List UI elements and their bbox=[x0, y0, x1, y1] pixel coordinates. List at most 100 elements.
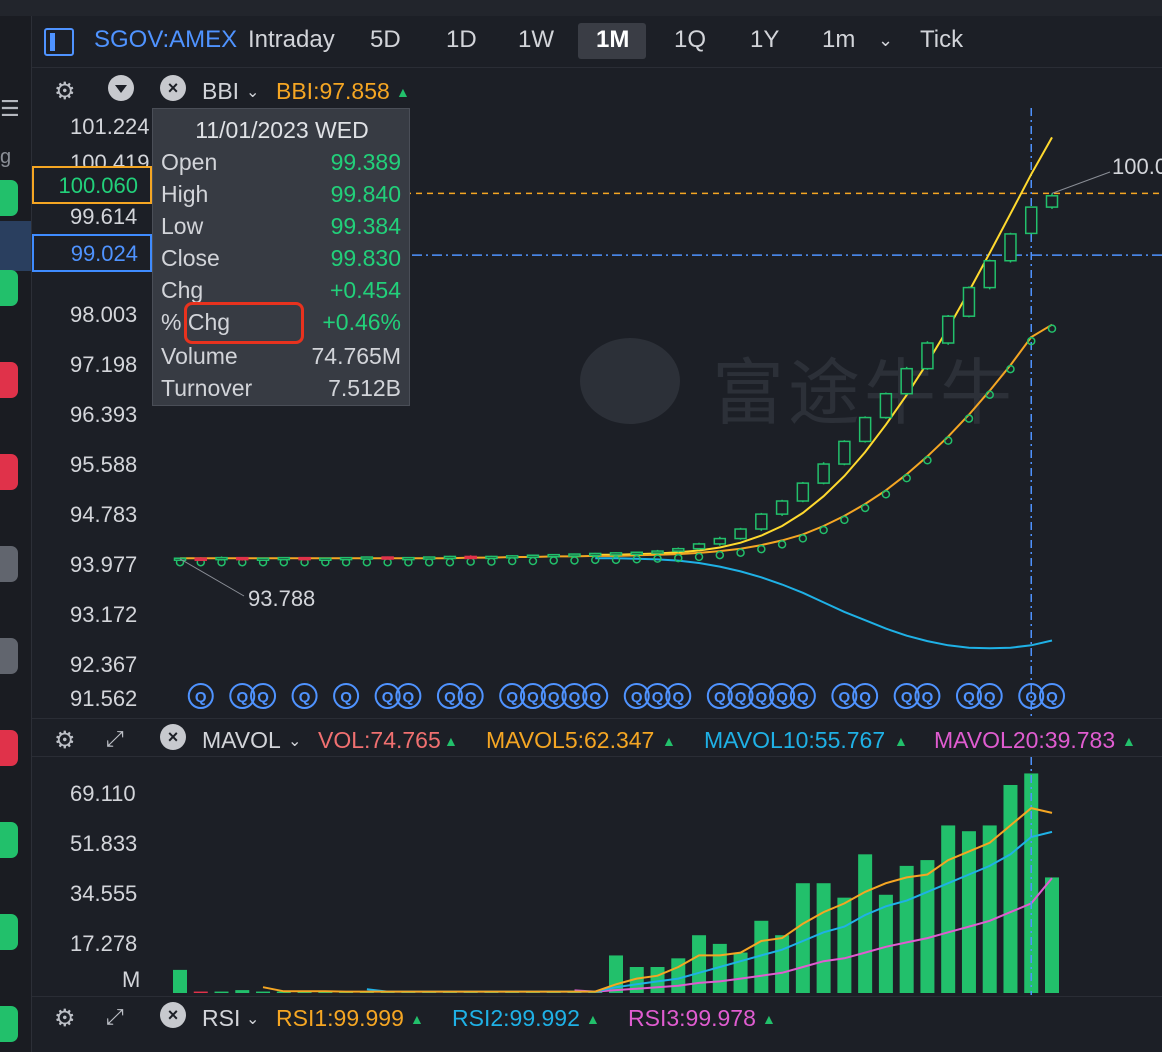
rail-change-badge[interactable] bbox=[0, 546, 18, 582]
mavol20-value: MAVOL20:39.783 bbox=[934, 727, 1116, 753]
close-icon[interactable]: × bbox=[160, 75, 186, 101]
up-arrow-icon: ▲ bbox=[586, 1011, 600, 1027]
gear-icon[interactable]: ⚙ bbox=[54, 77, 76, 106]
candle-body bbox=[983, 260, 996, 289]
volume-bar bbox=[1003, 784, 1018, 993]
candle-body bbox=[464, 555, 477, 560]
rail-change-badge[interactable] bbox=[0, 638, 18, 674]
rail-change-badge[interactable] bbox=[0, 454, 18, 490]
volume-chart-panel[interactable]: 69.110 51.833 34.555 17.278 M bbox=[32, 756, 1162, 995]
rail-change-badge[interactable] bbox=[0, 822, 18, 858]
event-marker-glyph: Q bbox=[195, 689, 207, 706]
rsi2-value: RSI2:99.992 bbox=[452, 1005, 580, 1031]
candle-body bbox=[422, 556, 436, 560]
tab-intraday[interactable]: Intraday bbox=[248, 26, 335, 54]
gear-icon[interactable]: ⚙ bbox=[54, 726, 76, 755]
volume-chart-svg[interactable] bbox=[32, 757, 1162, 995]
rsi-panel-header: ⚙ ⤢ × RSI ⌄ RSI1:99.999 ▲ RSI2:99.992 ▲ … bbox=[32, 996, 1162, 1036]
mavol5-value: MAVOL5:62.347 bbox=[486, 727, 655, 753]
bbi-dot bbox=[840, 515, 849, 525]
volume-bar bbox=[733, 952, 748, 993]
tab-1m[interactable]: 1M bbox=[596, 26, 629, 54]
candle-body bbox=[672, 547, 685, 552]
candle-body bbox=[215, 556, 228, 561]
event-marker-glyph: Q bbox=[465, 689, 477, 706]
collapse-icon[interactable] bbox=[108, 75, 134, 101]
chevron-down-icon[interactable]: ⌄ bbox=[288, 731, 301, 751]
volume-bar bbox=[235, 990, 250, 993]
candle-body bbox=[588, 552, 602, 557]
event-marker-glyph: Q bbox=[236, 689, 248, 706]
rail-letter: g bbox=[0, 146, 12, 168]
rail-change-badge[interactable] bbox=[0, 362, 18, 398]
rail-change-badge[interactable] bbox=[0, 270, 18, 306]
event-marker-glyph: Q bbox=[527, 689, 539, 706]
symbol-label[interactable]: SGOV:AMEX bbox=[94, 26, 237, 54]
y-tick: 92.367 bbox=[70, 652, 138, 677]
tab-1d[interactable]: 1D bbox=[446, 26, 477, 54]
indicator-select[interactable]: MAVOL bbox=[202, 727, 281, 754]
price-chart-panel[interactable]: 富途牛牛 QQQQQQQQQQQQQQQQQQQQQQQQQQQQQQ 101.… bbox=[32, 108, 1162, 716]
candle-body bbox=[277, 556, 291, 561]
y-tick: 96.393 bbox=[70, 402, 138, 427]
chevron-down-icon[interactable]: ⌄ bbox=[246, 82, 259, 102]
max-label-connector bbox=[1051, 171, 1111, 194]
tooltip-value: 99.389 bbox=[330, 149, 401, 175]
window-top-strip bbox=[0, 0, 1162, 16]
candle-body bbox=[298, 556, 311, 561]
rail-change-badge[interactable] bbox=[0, 1006, 18, 1042]
bbi-dot bbox=[715, 550, 725, 560]
candle-body bbox=[713, 537, 727, 545]
rail-change-badge[interactable] bbox=[0, 914, 18, 950]
volume-bar bbox=[982, 825, 997, 993]
event-marker-glyph: Q bbox=[984, 689, 996, 706]
bbi-dot bbox=[777, 540, 787, 549]
bbi-dot bbox=[549, 556, 558, 565]
candle-body bbox=[381, 556, 394, 560]
vol-value: VOL:74.765 bbox=[318, 727, 441, 753]
indicator-select[interactable]: BBI bbox=[202, 78, 239, 105]
candle-body bbox=[921, 342, 934, 370]
watchlist-rail[interactable]: ☰ g bbox=[0, 16, 32, 1052]
indicator-select[interactable]: RSI bbox=[202, 1005, 240, 1032]
volume-bar bbox=[920, 860, 935, 993]
expand-icon[interactable]: ⤢ bbox=[106, 726, 124, 752]
upper-band-line bbox=[595, 136, 1053, 556]
up-arrow-icon: ▲ bbox=[894, 733, 908, 749]
expand-icon[interactable]: ⤢ bbox=[106, 1004, 124, 1030]
bbi-dot bbox=[923, 456, 932, 465]
rail-change-badge[interactable] bbox=[0, 180, 18, 216]
volume-bar bbox=[775, 935, 790, 993]
y-tick: 34.555 bbox=[70, 881, 138, 906]
menu-icon[interactable]: ☰ bbox=[0, 96, 20, 122]
y-tick: 98.003 bbox=[70, 302, 138, 327]
lower-band-line bbox=[595, 557, 1053, 650]
gear-icon[interactable]: ⚙ bbox=[54, 1004, 76, 1033]
close-icon[interactable]: × bbox=[160, 1002, 186, 1028]
candle-body bbox=[817, 463, 830, 484]
tab-1q[interactable]: 1Q bbox=[674, 26, 706, 54]
bbi-dot bbox=[445, 557, 455, 567]
event-marker-glyph: Q bbox=[506, 689, 518, 706]
rail-selected-row[interactable] bbox=[0, 221, 31, 271]
chevron-down-icon[interactable]: ⌄ bbox=[878, 30, 893, 51]
tab-1y[interactable]: 1Y bbox=[750, 26, 779, 54]
event-marker-glyph: Q bbox=[714, 689, 726, 706]
layout-toggle-icon[interactable] bbox=[44, 28, 74, 56]
volume-bar bbox=[1045, 877, 1059, 993]
tab-1w[interactable]: 1W bbox=[518, 26, 554, 54]
tooltip-value: 99.830 bbox=[330, 245, 401, 271]
candle-body bbox=[796, 482, 810, 502]
up-arrow-icon: ▲ bbox=[1122, 733, 1136, 749]
tab-5d[interactable]: 5D bbox=[370, 26, 401, 54]
y-tick: 95.588 bbox=[70, 452, 138, 477]
rail-change-badge[interactable] bbox=[0, 730, 18, 766]
chevron-down-icon[interactable]: ⌄ bbox=[246, 1009, 259, 1029]
tab-1m-minute[interactable]: 1m bbox=[822, 26, 855, 54]
bbi-dot bbox=[757, 544, 766, 554]
tab-tick[interactable]: Tick bbox=[920, 26, 963, 54]
event-marker-glyph: Q bbox=[548, 689, 560, 706]
volume-bar bbox=[878, 894, 893, 993]
close-icon[interactable]: × bbox=[160, 724, 186, 750]
y-unit: M bbox=[122, 967, 141, 992]
